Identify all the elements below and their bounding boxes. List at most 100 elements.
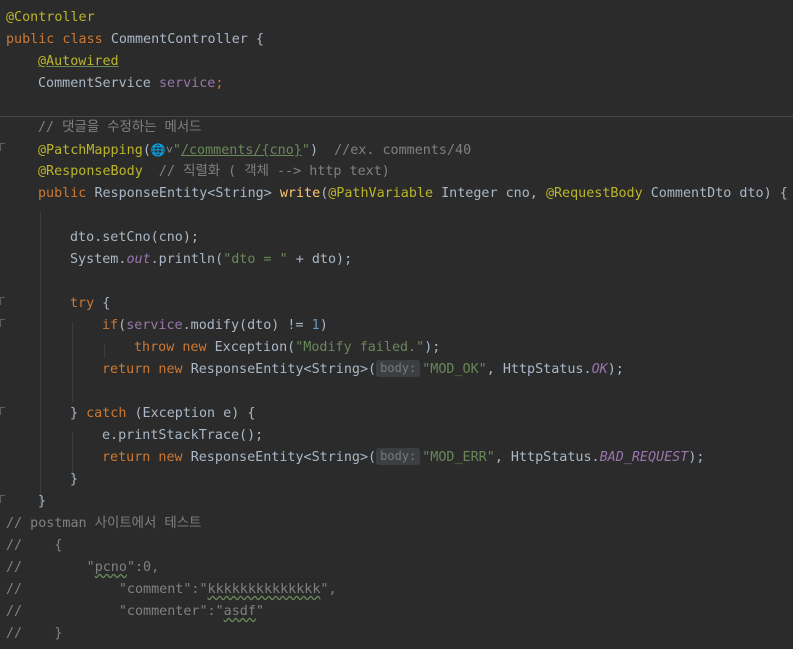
dto-string: "dto = " [223,252,288,267]
if-keyword: if [102,318,119,333]
brace: } [70,472,79,487]
fold-marker[interactable] [0,297,5,305]
path-variable-annotation: @PathVariable [328,186,434,201]
mod-ok-string: "MOD_OK" [422,362,487,377]
autowired-annotation: @Autowired [38,54,119,69]
fold-marker[interactable] [0,407,5,415]
method-comment: // 댓글을 수정하는 메서드 [38,120,202,135]
code-line: System.out.println("dto = " + dto); [70,249,352,271]
fold-marker[interactable] [0,143,5,151]
statement-end: ); [424,340,441,355]
fold-marker[interactable] [0,495,5,503]
exception-call: Exception( [214,340,296,355]
indent-guide [104,344,105,358]
println-end: + dto); [287,252,353,267]
fold-marker[interactable] [0,319,5,327]
code-line: public ResponseEntity<String> write(@Pat… [38,183,788,205]
code-line: return new ResponseEntity<String>(body: "… [102,447,704,469]
response-comment: // 직렬화 ( 객체 --> http text) [142,164,390,179]
method-name: write [279,186,321,201]
code-line: // "pcno":0, [6,557,159,579]
statement-end: ); [607,362,624,377]
return-type: ResponseEntity<String> [94,186,280,201]
code-line: try { [70,293,110,315]
print-stack-trace: e.printStackTrace(); [102,428,264,443]
code-line: if(service.modify(dto) != 1) [102,315,328,337]
statement-end: ); [688,450,705,465]
code-line: // { [6,535,62,557]
code-line: public class CommentController { [6,29,264,51]
throw-keyword: throw new [134,340,215,355]
number-literal: 1 [311,318,320,333]
code-line: // 댓글을 수정하는 메서드 [38,117,202,139]
paren: ) [309,143,335,158]
service-field: service [158,76,216,91]
paren: ( [118,318,127,333]
code-line: } [70,469,78,491]
code-line: e.printStackTrace(); [102,425,263,447]
param: CommentDto dto) { [642,186,788,201]
string-quote: " [172,143,181,158]
out-field: out [126,252,151,267]
try-keyword: try [70,296,95,311]
json-comment-line: // } [6,626,63,641]
body-param-hint: body: [376,360,421,377]
string-quote: " [301,143,310,158]
code-line: return new ResponseEntity<String>(body: "… [102,359,624,381]
return-keyword: return new [102,450,191,465]
request-body-annotation: @RequestBody [545,186,643,201]
code-line: } [38,491,46,513]
json-comment-line: // { [6,538,63,553]
code-line: } catch (Exception e) { [70,403,255,425]
commenter-value: asdf [223,604,256,619]
catch-keyword: catch [86,406,127,421]
semicolon: ; [215,76,224,91]
code-line: CommentService service; [38,73,223,95]
code-line: // } [6,623,62,645]
http-status: , HttpStatus. [494,450,600,465]
bad-request-constant: BAD_REQUEST [599,450,689,465]
code-line: // postman 사이트에서 테스트 [6,513,201,535]
brace: } [70,406,87,421]
response-entity: ResponseEntity<String>( [190,362,377,377]
code-editor[interactable]: @Controller public class CommentControll… [0,0,793,649]
return-keyword: return new [102,362,191,377]
json-comment-line: ":0, [126,560,160,575]
code-line: @Controller [6,7,95,29]
param: Integer cno, [433,186,546,201]
code-line: dto.setCno(cno); [70,227,199,249]
pcno-key: pcno [94,560,127,575]
mod-err-string: "MOD_ERR" [422,450,495,465]
json-comment-line: " [255,604,264,619]
json-comment-line: // "comment":" [6,582,208,597]
code-line: // "commenter":"asdf" [6,601,264,623]
code-line: // "comment":"kkkkkkkkkkkkkk", [6,579,337,601]
postman-comment: // postman 사이트에서 테스트 [6,516,202,531]
catch-params: (Exception e) { [126,406,256,421]
paren: ( [142,143,151,158]
brace: } [38,494,47,509]
json-comment-line: // " [6,560,95,575]
globe-icon[interactable]: 🌐˅ [151,139,173,161]
response-entity: ResponseEntity<String>( [190,450,377,465]
class-name: CommentController { [110,32,264,47]
system-class: System. [70,252,127,267]
println-call: .println( [150,252,224,267]
patch-mapping-annotation: @PatchMapping [38,143,143,158]
set-cno-statement: dto.setCno(cno); [70,230,199,245]
code-line: @ResponseBody // 직렬화 ( 객체 --> http text) [38,161,390,183]
code-line: @Autowired [38,51,119,73]
indent-guide [40,212,41,504]
public-keyword: public [38,186,95,201]
brace: { [94,296,111,311]
mapping-path[interactable]: /comments/{cno} [181,143,302,158]
modify-call: .modify(dto) != [182,318,312,333]
service-type: CommentService [38,76,159,91]
service-field: service [126,318,183,333]
code-line: throw new Exception("Modify failed."); [134,337,440,359]
paren: ) [319,318,328,333]
comment-value: kkkkkkkkkkkkkk [207,582,321,597]
code-line: @PatchMapping(🌐˅"/comments/{cno}") //ex.… [38,139,471,161]
mapping-comment: //ex. comments/40 [334,143,472,158]
controller-annotation: @Controller [6,10,95,25]
